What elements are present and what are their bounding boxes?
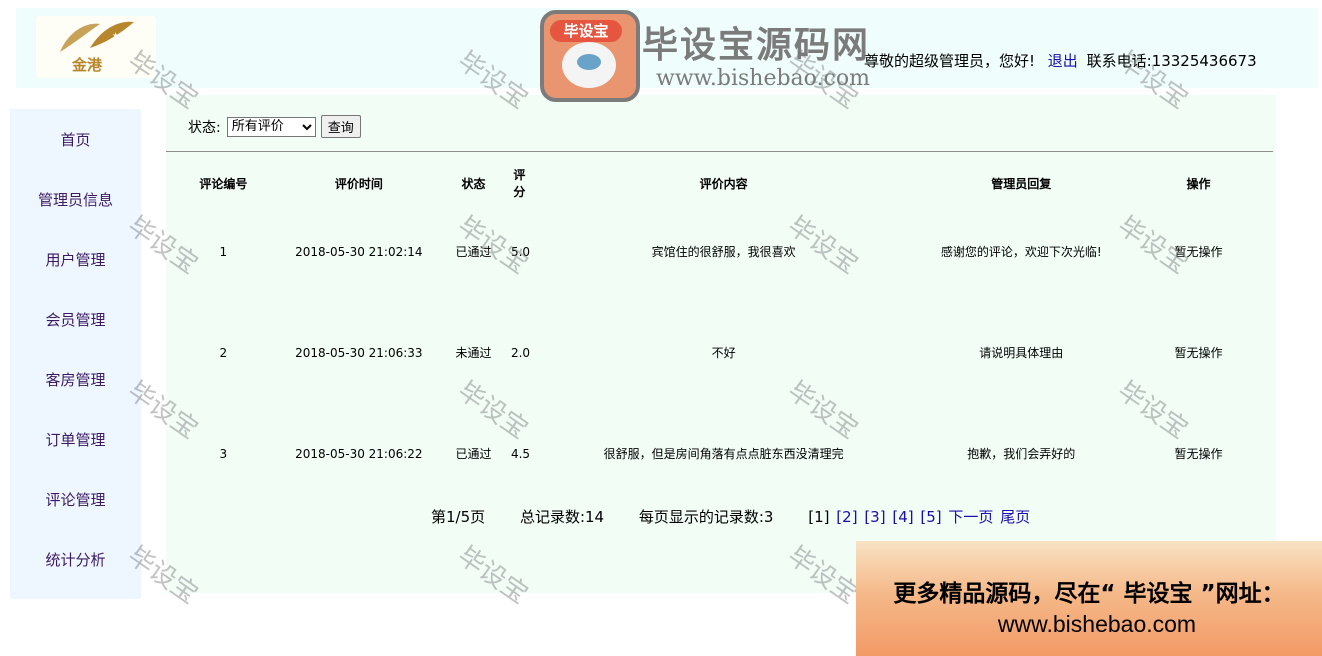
logo-leaves-icon: ★ ★ bbox=[60, 21, 134, 52]
sidebar-item-statistics[interactable]: 统计分析 bbox=[10, 549, 141, 570]
divider bbox=[166, 151, 1273, 152]
header-review-time: 评价时间 bbox=[334, 176, 383, 191]
header-score: 评分 bbox=[513, 168, 526, 199]
table-row: 3 2018-05-30 21:06:22 已通过 4.5 很舒服，但是房间角落… bbox=[166, 403, 1273, 504]
sidebar-item-users[interactable]: 用户管理 bbox=[10, 249, 141, 270]
cell-review-time: 2018-05-30 21:02:14 bbox=[295, 244, 423, 259]
query-button[interactable]: 查询 bbox=[320, 115, 361, 138]
status-select[interactable]: 所有评价 bbox=[226, 116, 316, 137]
header-review-id: 评论编号 bbox=[199, 176, 248, 191]
table-row: 2 2018-05-30 21:06:33 未通过 2.0 不好 请说明具体理由… bbox=[166, 302, 1273, 403]
sidebar-item-reviews[interactable]: 评论管理 bbox=[10, 489, 141, 510]
page-info: 第1/5页 bbox=[431, 508, 486, 526]
next-page-link[interactable]: 下一页 bbox=[948, 508, 993, 526]
sidebar-item-orders[interactable]: 订单管理 bbox=[10, 429, 141, 450]
cell-status: 已通过 bbox=[455, 447, 492, 461]
cell-review-id: 1 bbox=[219, 244, 228, 259]
table-row: 1 2018-05-30 21:02:14 已通过 5.0 宾馆住的很舒服，我很… bbox=[166, 201, 1273, 302]
cell-action: 暂无操作 bbox=[1174, 346, 1223, 360]
cell-action: 暂无操作 bbox=[1174, 245, 1223, 259]
reviews-table: 评论编号 评价时间 状态 评分 评价内容 管理员回复 操作 1 2018-05-… bbox=[166, 165, 1273, 504]
page-link-2[interactable]: [2] bbox=[836, 508, 857, 526]
promo-line-1: 更多精品源码，尽在“ 毕设宝 ”网址： bbox=[893, 581, 1285, 607]
total-records: 总记录数:14 bbox=[519, 508, 605, 526]
header-content: 评价内容 bbox=[699, 176, 748, 191]
cell-admin-reply: 感谢您的评论，欢迎下次光临! bbox=[940, 245, 1102, 259]
brand-title: 毕设宝源码网 bbox=[642, 25, 871, 66]
cell-review-id: 3 bbox=[219, 446, 228, 461]
logout-link[interactable]: 退出 bbox=[1048, 52, 1078, 70]
user-greeting-bar: 尊敬的超级管理员，您好! 退出 联系电话:13325436673 bbox=[864, 50, 1257, 71]
svg-text:★: ★ bbox=[80, 35, 87, 44]
cell-content: 很舒服，但是房间角落有点点脏东西没清理完 bbox=[603, 447, 844, 461]
brand-badge-label: 毕设宝 bbox=[550, 20, 622, 42]
cell-score: 5.0 bbox=[510, 244, 531, 259]
contact-phone: 联系电话:13325436673 bbox=[1086, 52, 1257, 70]
cell-score: 4.5 bbox=[510, 446, 531, 461]
header-admin-reply: 管理员回复 bbox=[991, 176, 1052, 191]
brand-url: www.bishebao.com bbox=[656, 66, 870, 91]
cell-content: 宾馆住的很舒服，我很喜欢 bbox=[651, 245, 796, 259]
header-action: 操作 bbox=[1186, 176, 1211, 191]
brand-badge-icon: 毕设宝 bbox=[540, 10, 640, 102]
cell-content: 不好 bbox=[711, 346, 736, 360]
header-status: 状态 bbox=[461, 176, 486, 191]
watermark-brand: 毕设宝 毕设宝源码网 www.bishebao.com bbox=[538, 8, 918, 102]
cell-review-time: 2018-05-30 21:06:22 bbox=[295, 446, 423, 461]
sidebar-item-rooms[interactable]: 客房管理 bbox=[10, 369, 141, 390]
last-page-link[interactable]: 尾页 bbox=[1000, 508, 1030, 526]
cell-admin-reply: 请说明具体理由 bbox=[979, 346, 1064, 360]
cell-admin-reply: 抱歉，我们会弄好的 bbox=[967, 447, 1076, 461]
promo-banner: 更多精品源码，尽在“ 毕设宝 ”网址： www.bishebao.com bbox=[856, 541, 1322, 656]
sidebar-item-admin-info[interactable]: 管理员信息 bbox=[10, 189, 141, 210]
pagination: 第1/5页 总记录数:14 每页显示的记录数:3 [1] [2] [3] [4]… bbox=[431, 506, 1030, 527]
cell-status: 已通过 bbox=[455, 245, 492, 259]
current-page: [1] bbox=[808, 508, 830, 526]
sidebar-nav: 首页 管理员信息 用户管理 会员管理 客房管理 订单管理 评论管理 统计分析 bbox=[10, 109, 141, 599]
main-content: 状态: 所有评价 查询 评论编号 评价时间 状态 评分 评价内容 管理员回复 操… bbox=[166, 95, 1276, 593]
status-filter: 状态: 所有评价 查询 bbox=[188, 115, 361, 138]
table-header-row: 评论编号 评价时间 状态 评分 评价内容 管理员回复 操作 bbox=[166, 165, 1273, 201]
cell-status: 未通过 bbox=[455, 346, 492, 360]
status-filter-label: 状态: bbox=[188, 119, 221, 136]
page-link-3[interactable]: [3] bbox=[864, 508, 885, 526]
promo-line-2: www.bishebao.com bbox=[997, 611, 1197, 637]
svg-text:★: ★ bbox=[112, 31, 119, 40]
cell-review-id: 2 bbox=[219, 345, 228, 360]
page-link-5[interactable]: [5] bbox=[920, 508, 941, 526]
records-per-page: 每页显示的记录数:3 bbox=[638, 508, 774, 526]
sidebar-item-members[interactable]: 会员管理 bbox=[10, 309, 141, 330]
page-link-4[interactable]: [4] bbox=[892, 508, 913, 526]
cell-review-time: 2018-05-30 21:06:33 bbox=[295, 345, 423, 360]
cell-action: 暂无操作 bbox=[1174, 447, 1223, 461]
cell-score: 2.0 bbox=[510, 345, 531, 360]
sidebar-item-home[interactable]: 首页 bbox=[10, 129, 141, 150]
logo-text: 金港 bbox=[72, 56, 103, 74]
site-logo: ★ ★ 金港 bbox=[36, 16, 156, 78]
